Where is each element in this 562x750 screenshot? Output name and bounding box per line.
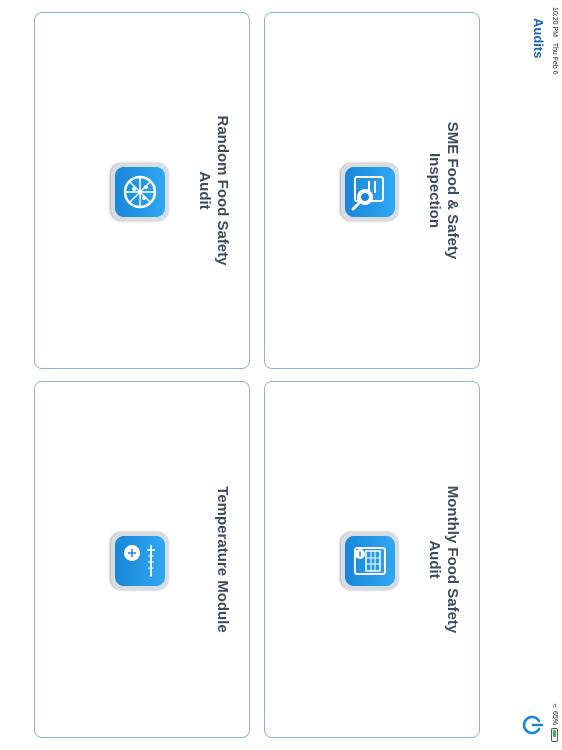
wifi-icon: ≈ [550,703,559,708]
card-temperature-module[interactable]: Temperature Module [34,381,250,738]
status-indicators: ≈ 65% [550,704,559,742]
page-title: Audits [531,18,546,59]
app-screen: 10:20 PM Thu Feb 6 ≈ 65% Audits SME Food… [0,0,562,750]
logout-power-icon[interactable] [522,714,544,736]
card-monthly-food-safety-audit[interactable]: Monthly Food Safety Audit [264,381,480,738]
status-time: 10:20 PM [551,7,558,37]
card-sme-food-safety-inspection[interactable]: SME Food & Safety Inspection [264,12,480,369]
card-random-food-safety-audit[interactable]: Random Food Safety Audit [34,12,250,369]
audit-grid: SME Food & Safety Inspection Monthly Foo… [10,12,480,738]
thermometer-icon [111,532,169,590]
battery-icon [551,728,558,742]
nav-bar: Audits [514,0,546,750]
checklist-scope-icon [341,163,399,221]
card-label: SME Food & Safety Inspection [426,121,461,260]
card-label: Monthly Food Safety Audit [426,485,461,634]
status-bar: 10:20 PM Thu Feb 6 ≈ 65% [546,0,562,750]
card-label: Random Food Safety Audit [196,115,231,266]
battery-percent: 65% [551,710,558,725]
status-date: Thu Feb 6 [551,42,558,75]
card-label: Temperature Module [214,486,231,633]
pizza-icon [111,163,169,221]
clipboard-calendar-icon [341,532,399,590]
status-time-date: 10:20 PM Thu Feb 6 [551,7,558,75]
